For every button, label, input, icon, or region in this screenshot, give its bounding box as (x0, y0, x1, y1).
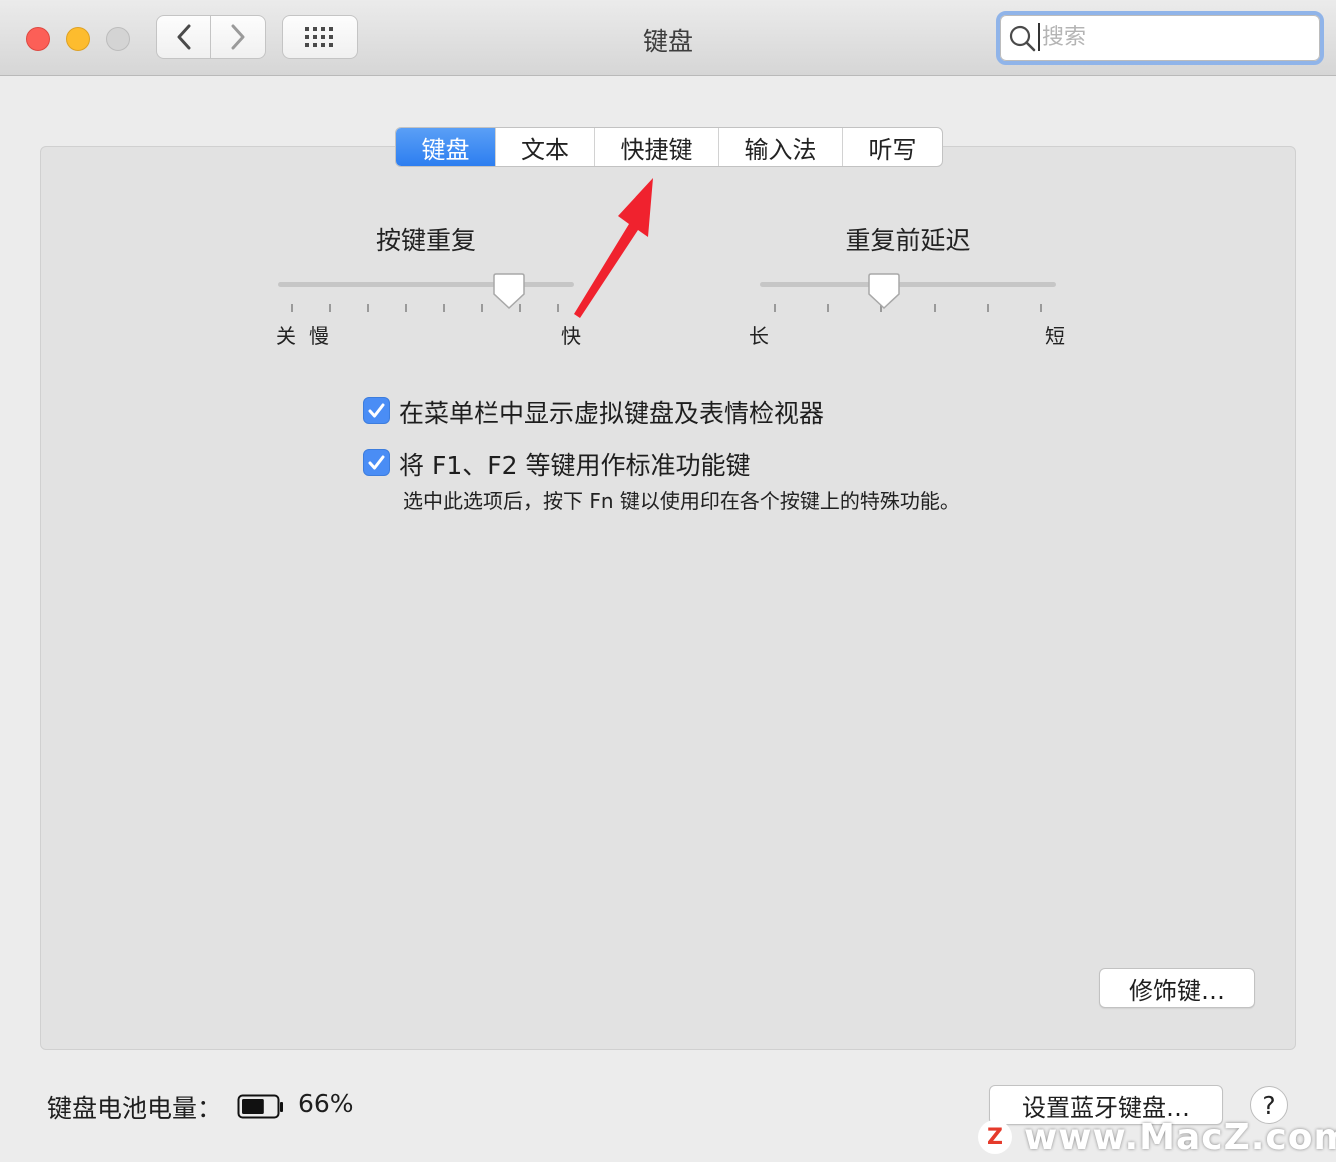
slider-tick (291, 304, 293, 312)
checkmark-icon (368, 455, 385, 470)
search-icon (1009, 25, 1036, 52)
search-input[interactable] (1042, 21, 1312, 53)
tab-input-sources[interactable]: 输入法 (719, 128, 843, 166)
show-viewer-label: 在菜单栏中显示虚拟键盘及表情检视器 (399, 399, 825, 428)
delay-slider-thumb[interactable] (867, 272, 901, 310)
tab-keyboard[interactable]: 键盘 (396, 128, 496, 166)
search-field[interactable] (996, 11, 1324, 65)
watermark: Z www.MacZ.com (978, 1116, 1336, 1158)
slider-tick (827, 304, 829, 312)
battery-percent: 66% (298, 1089, 354, 1118)
checkmark-icon (368, 403, 385, 418)
tab-bar: 键盘 文本 快捷键 输入法 听写 (395, 127, 943, 167)
tab-text[interactable]: 文本 (496, 128, 595, 166)
slider-tick (987, 304, 989, 312)
slider-tick (557, 304, 559, 312)
fn-keys-description: 选中此选项后，按下 Fn 键以使用印在各个按键上的特殊功能。 (403, 489, 960, 513)
delay-short-label: 短 (1045, 324, 1065, 348)
slider-tick (367, 304, 369, 312)
battery-label: 键盘电池电量： (47, 1094, 223, 1123)
text-caret (1038, 23, 1040, 51)
show-viewer-checkbox[interactable] (363, 397, 390, 424)
delay-until-repeat-title: 重复前延迟 (845, 226, 971, 255)
fn-keys-label: 将 F1、F2 等键用作标准功能键 (399, 451, 751, 480)
slider-tick (1040, 304, 1042, 312)
fn-keys-checkbox[interactable] (363, 449, 390, 476)
key-repeat-slow-label: 慢 (309, 324, 329, 348)
battery-icon (237, 1094, 283, 1119)
key-repeat-track (278, 282, 574, 287)
tab-dictation[interactable]: 听写 (843, 128, 942, 166)
slider-tick (481, 304, 483, 312)
key-repeat-title: 按键重复 (375, 226, 476, 255)
delay-track (760, 282, 1056, 287)
watermark-logo-icon: Z (978, 1120, 1012, 1154)
key-repeat-fast-label: 快 (561, 324, 581, 348)
slider-tick (443, 304, 445, 312)
modifier-keys-button[interactable]: 修饰键… (1099, 968, 1255, 1008)
delay-long-label: 长 (749, 324, 769, 348)
slider-tick (934, 304, 936, 312)
annotation-arrow-icon (574, 178, 653, 318)
title-bar: 键盘 (0, 0, 1336, 76)
slider-tick (774, 304, 776, 312)
tab-shortcuts[interactable]: 快捷键 (595, 128, 719, 166)
slider-tick (329, 304, 331, 312)
watermark-text: www.MacZ.com (1024, 1116, 1336, 1158)
key-repeat-slider-thumb[interactable] (492, 272, 526, 310)
slider-tick (405, 304, 407, 312)
key-repeat-off-label: 关 (276, 324, 296, 348)
